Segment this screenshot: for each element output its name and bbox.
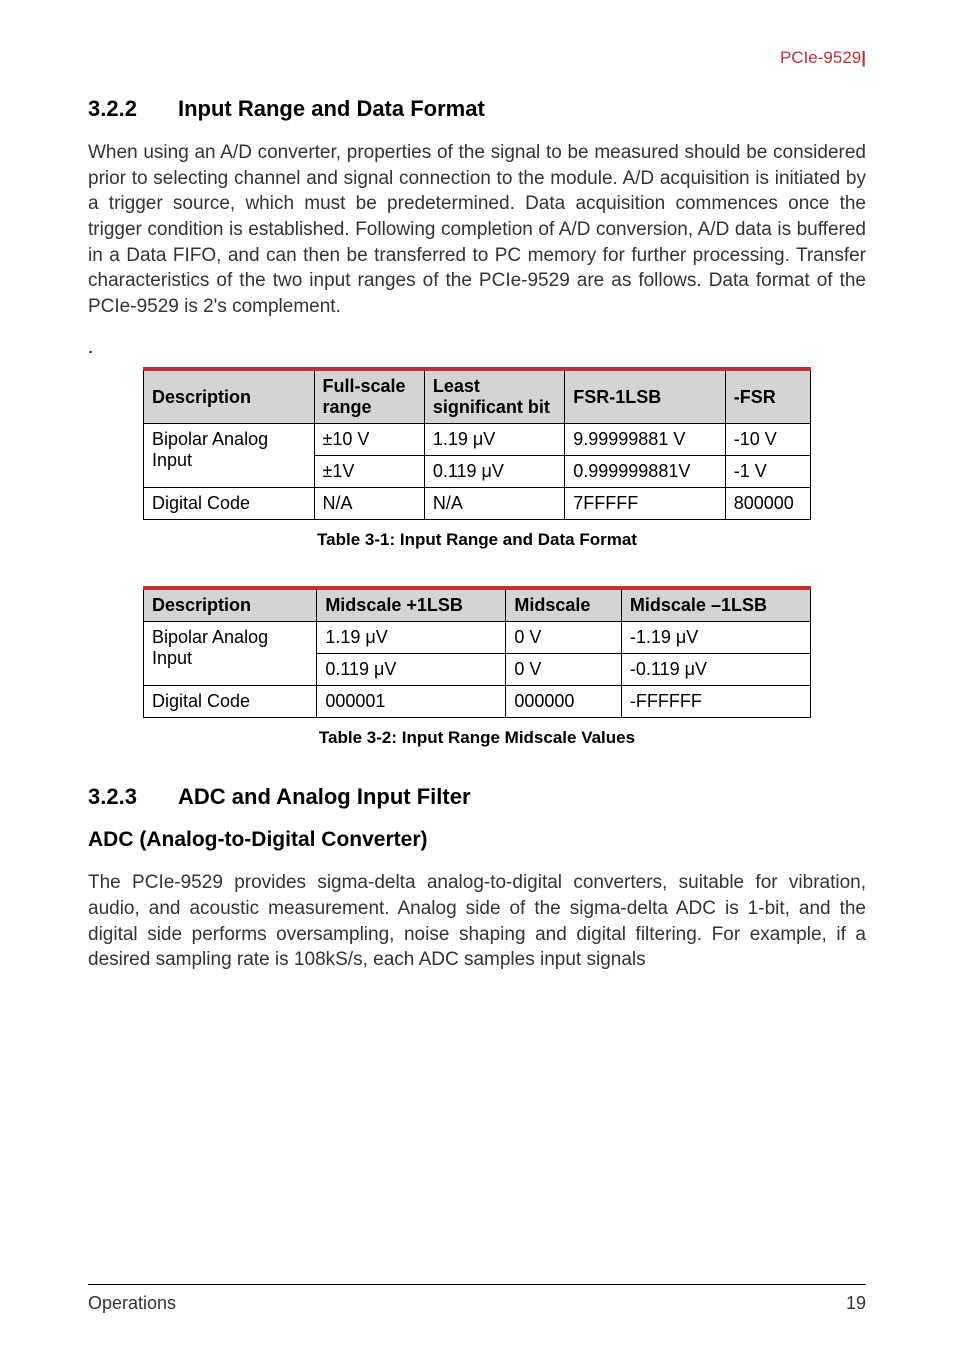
table-row: Description Midscale +1LSB Midscale Mids… <box>144 588 811 622</box>
table2-h3: Midscale <box>506 588 622 622</box>
table1-head: Description Full-scale range Least signi… <box>144 369 811 424</box>
page-footer: Operations 19 <box>88 1284 866 1314</box>
table1-h4: FSR-1LSB <box>565 369 725 424</box>
section-322-number: 3.2.2 <box>88 96 178 122</box>
t1-r3-fsr1lsb: 7FFFFF <box>565 488 725 520</box>
t2-r1-mid: 0 V <box>506 622 622 654</box>
table-row: Digital Code 000001 000000 -FFFFFF <box>144 686 811 718</box>
table1-h3: Least significant bit <box>424 369 564 424</box>
t1-r3-range: N/A <box>314 488 424 520</box>
table-midscale: Description Midscale +1LSB Midscale Mids… <box>143 586 811 718</box>
table2-body: Bipolar Analog Input 1.19 μV 0 V -1.19 μ… <box>144 622 811 718</box>
t2-r3-mp1: 000001 <box>317 686 506 718</box>
section-323-heading: 3.2.3ADC and Analog Input Filter <box>88 784 866 810</box>
footer-left: Operations <box>88 1293 176 1314</box>
table2-h2: Midscale +1LSB <box>317 588 506 622</box>
table2-h1: Description <box>144 588 317 622</box>
section-322-title: Input Range and Data Format <box>178 96 485 121</box>
t2-r1-mm1: -1.19 μV <box>621 622 810 654</box>
section-323-title: ADC and Analog Input Filter <box>178 784 471 809</box>
t2-r1-desc: Bipolar Analog Input <box>144 622 317 686</box>
t1-r2-lsb: 0.119 μV <box>424 456 564 488</box>
section-323-sub: ADC (Analog-to-Digital Converter) <box>88 828 866 852</box>
t2-r3-mm1: -FFFFFF <box>621 686 810 718</box>
table2-head: Description Midscale +1LSB Midscale Mids… <box>144 588 811 622</box>
table1-h2: Full-scale range <box>314 369 424 424</box>
t2-r2-mid: 0 V <box>506 654 622 686</box>
t1-r1-lsb: 1.19 μV <box>424 424 564 456</box>
table1-h1: Description <box>144 369 315 424</box>
table1-h5: -FSR <box>725 369 810 424</box>
t1-r2-nfsr: -1 V <box>725 456 810 488</box>
table1-body: Bipolar Analog Input ±10 V 1.19 μV 9.999… <box>144 424 811 520</box>
t1-r3-desc: Digital Code <box>144 488 315 520</box>
t1-r1-desc: Bipolar Analog Input <box>144 424 315 488</box>
t1-r1-fsr1lsb: 9.99999881 V <box>565 424 725 456</box>
t2-r2-mp1: 0.119 μV <box>317 654 506 686</box>
header-bar: | <box>861 48 866 67</box>
t2-r3-desc: Digital Code <box>144 686 317 718</box>
table1-caption: Table 3-1: Input Range and Data Format <box>88 530 866 550</box>
table-row: Bipolar Analog Input ±10 V 1.19 μV 9.999… <box>144 424 811 456</box>
t2-r1-mp1: 1.19 μV <box>317 622 506 654</box>
t1-r1-range: ±10 V <box>314 424 424 456</box>
footer-right: 19 <box>846 1293 866 1314</box>
t1-r3-lsb: N/A <box>424 488 564 520</box>
t1-r2-range: ±1V <box>314 456 424 488</box>
t1-r2-fsr1lsb: 0.999999881V <box>565 456 725 488</box>
table-row: Digital Code N/A N/A 7FFFFF 800000 <box>144 488 811 520</box>
table2-h4: Midscale –1LSB <box>621 588 810 622</box>
table2-caption: Table 3-2: Input Range Midscale Values <box>88 728 866 748</box>
table-row: Description Full-scale range Least signi… <box>144 369 811 424</box>
t1-r3-nfsr: 800000 <box>725 488 810 520</box>
stray-dot: . <box>88 337 866 359</box>
t2-r3-mid: 000000 <box>506 686 622 718</box>
table-input-range: Description Full-scale range Least signi… <box>143 367 811 520</box>
section-323-paragraph: The PCIe-9529 provides sigma-delta analo… <box>88 870 866 973</box>
t1-r1-nfsr: -10 V <box>725 424 810 456</box>
t2-r2-mm1: -0.119 μV <box>621 654 810 686</box>
header-product: PCIe-9529| <box>88 48 866 68</box>
table-row: Bipolar Analog Input 1.19 μV 0 V -1.19 μ… <box>144 622 811 654</box>
section-322-heading: 3.2.2Input Range and Data Format <box>88 96 866 122</box>
product-label: PCIe-9529 <box>780 48 861 67</box>
section-323-number: 3.2.3 <box>88 784 178 810</box>
section-322-paragraph: When using an A/D converter, properties … <box>88 140 866 319</box>
